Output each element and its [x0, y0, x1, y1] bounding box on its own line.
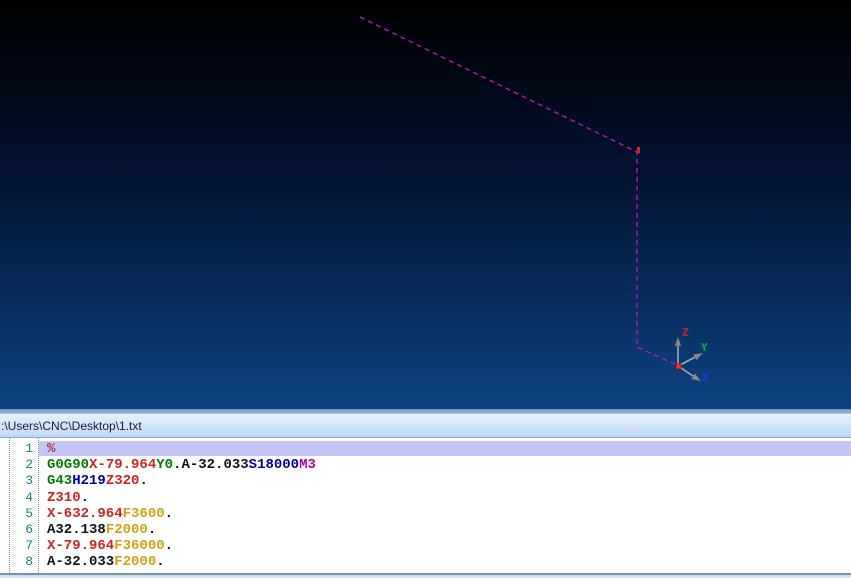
- selected-line-highlight: [39, 441, 851, 457]
- x-axis-label: X: [702, 371, 709, 384]
- code-text: %: [47, 441, 55, 457]
- gcode-editor[interactable]: 1% 2 G0G90X-79.964Y0.A-32.033S18000M3 3 G43H…: [0, 438, 851, 573]
- code-line[interactable]: 8 A-32.033F2000.: [0, 554, 851, 570]
- code-token: .: [164, 538, 174, 555]
- file-path-text: :\Users\CNC\Desktop\1.txt: [1, 418, 142, 433]
- y-axis-arrowhead: [692, 352, 704, 361]
- code-text: X-632.964F3600.: [47, 506, 173, 522]
- code-text: Z310.: [47, 490, 89, 506]
- code-line[interactable]: 1%: [0, 441, 851, 457]
- line-number: 2: [25, 457, 33, 473]
- bottom-panel-edge: [0, 573, 851, 578]
- line-number: 6: [25, 521, 33, 537]
- z-axis-arrowhead: [674, 336, 682, 347]
- code-token: X-79.964: [89, 457, 157, 474]
- code-token: Y0: [156, 457, 174, 474]
- code-token: F2000: [114, 554, 157, 571]
- code-text: X-79.964F36000.: [47, 538, 173, 554]
- code-token: Z320: [105, 473, 140, 490]
- line-number: 7: [25, 538, 33, 554]
- code-text: A32.138F2000.: [47, 522, 156, 538]
- code-token: S18000: [248, 457, 300, 474]
- x-axis-arrowhead: [690, 373, 702, 382]
- code-token: A-32.033: [47, 554, 115, 571]
- code-line[interactable]: 2 G0G90X-79.964Y0.A-32.033S18000M3: [0, 457, 851, 473]
- code-token: X-632.964: [47, 505, 123, 522]
- toolpath-line: [359, 16, 678, 366]
- code-token: Z310: [47, 489, 81, 506]
- code-token: A-32.033: [181, 457, 249, 474]
- code-token: .: [147, 521, 157, 538]
- line-number: 4: [25, 489, 33, 505]
- code-line[interactable]: 5 X-632.964F3600.: [0, 506, 851, 522]
- code-token: F36000: [114, 538, 165, 555]
- code-token: .: [156, 554, 165, 571]
- code-token: G0G90: [47, 457, 90, 474]
- y-axis-label: Y: [701, 341, 708, 354]
- code-token: %: [47, 441, 56, 457]
- code-line[interactable]: 7 X-79.964F36000.: [0, 538, 851, 554]
- line-number: 3: [25, 473, 33, 489]
- code-line[interactable]: 6 A32.138F2000.: [0, 522, 851, 538]
- file-path-bar: :\Users\CNC\Desktop\1.txt: [0, 414, 851, 438]
- axis-origin-marker: [675, 363, 682, 370]
- code-token: A32.138: [47, 521, 106, 538]
- code-token: .: [164, 505, 174, 522]
- gutter-border-right: [38, 438, 39, 573]
- code-token: H219: [72, 473, 106, 490]
- code-token: G43: [47, 473, 73, 490]
- code-token: .: [80, 489, 90, 506]
- rapid-point-marker: [637, 147, 640, 153]
- code-line[interactable]: 4 Z310.: [0, 490, 851, 506]
- line-number: 1: [25, 441, 33, 456]
- z-axis-label: Z: [682, 326, 689, 339]
- gutter-border-left: [9, 438, 10, 573]
- toolpath-canvas: ZY X: [359, 16, 709, 384]
- code-token: F3600: [122, 505, 165, 522]
- code-token: F2000: [105, 521, 148, 538]
- code-token: X-79.964: [47, 538, 115, 555]
- toolpath-viewport[interactable]: ZY X: [0, 0, 851, 409]
- line-number: 5: [25, 505, 33, 521]
- code-token: M3: [299, 457, 316, 474]
- code-text: G43H219Z320.: [47, 473, 148, 489]
- code-lines: 1% 2 G0G90X-79.964Y0.A-32.033S18000M3 3 G43H…: [0, 441, 851, 573]
- code-token: .: [139, 473, 148, 490]
- code-line[interactable]: 3 G43H219Z320.: [0, 473, 851, 489]
- code-text: G0G90X-79.964Y0.A-32.033S18000M3: [47, 457, 316, 473]
- line-number: 8: [25, 554, 33, 570]
- code-text: A-32.033F2000.: [47, 554, 165, 570]
